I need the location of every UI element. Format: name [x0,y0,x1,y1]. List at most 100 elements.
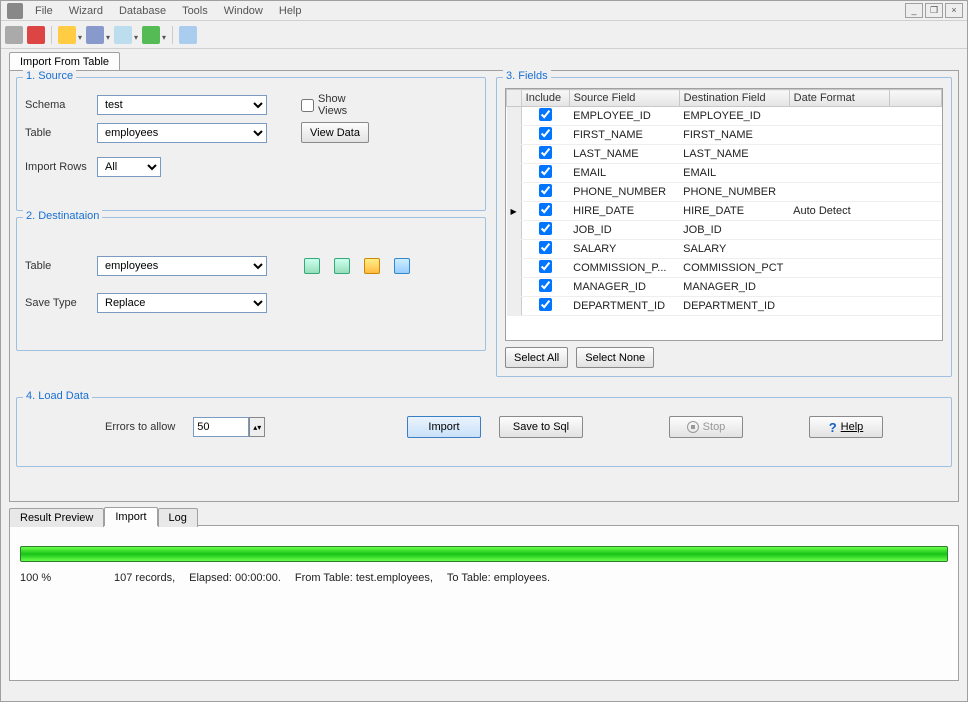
table-row[interactable]: EMPLOYEE_IDEMPLOYEE_ID [507,107,942,126]
source-field-cell[interactable]: PHONE_NUMBER [569,183,679,202]
col-source[interactable]: Source Field [569,90,679,107]
menu-file[interactable]: File [27,3,61,19]
save-to-sql-button[interactable]: Save to Sql [499,416,583,438]
import-button[interactable]: Import [407,416,481,438]
stop-button[interactable]: Stop [669,416,743,438]
date-format-cell[interactable] [789,145,889,164]
include-cell[interactable] [521,164,569,183]
date-format-cell[interactable] [789,183,889,202]
menu-wizard[interactable]: Wizard [61,3,111,19]
include-checkbox[interactable] [539,108,552,121]
date-format-cell[interactable] [789,278,889,297]
include-cell[interactable] [521,259,569,278]
col-include[interactable]: Include [521,90,569,107]
toolbar-icon-3[interactable] [58,26,76,44]
dest-field-cell[interactable]: JOB_ID [679,221,789,240]
menu-window[interactable]: Window [216,3,271,19]
minimize-button[interactable]: _ [905,3,923,18]
include-checkbox[interactable] [539,279,552,292]
include-checkbox[interactable] [539,260,552,273]
dest-field-cell[interactable]: MANAGER_ID [679,278,789,297]
source-field-cell[interactable]: EMPLOYEE_ID [569,107,679,126]
dropdown-icon[interactable]: ▾ [162,27,166,42]
toolbar-icon-2[interactable] [27,26,45,44]
include-checkbox[interactable] [539,165,552,178]
include-cell[interactable] [521,240,569,259]
dest-field-cell[interactable]: PHONE_NUMBER [679,183,789,202]
schema-select[interactable]: test [97,95,267,115]
include-checkbox[interactable] [539,184,552,197]
show-views-checkbox[interactable]: Show Views [301,93,365,117]
source-field-cell[interactable]: FIRST_NAME [569,126,679,145]
toolbar-icon-4[interactable] [86,26,104,44]
toolbar-icon-1[interactable] [5,26,23,44]
dest-field-cell[interactable]: COMMISSION_PCT [679,259,789,278]
dest-field-cell[interactable]: FIRST_NAME [679,126,789,145]
restore-button[interactable]: ❐ [925,3,943,18]
close-button[interactable]: × [945,3,963,18]
date-format-cell[interactable] [789,221,889,240]
dest-field-cell[interactable]: EMPLOYEE_ID [679,107,789,126]
date-format-cell[interactable] [789,107,889,126]
import-rows-select[interactable]: All [97,157,161,177]
select-all-button[interactable]: Select All [505,347,568,368]
dest-icon-2[interactable] [331,255,353,277]
include-checkbox[interactable] [539,241,552,254]
date-format-cell[interactable] [789,164,889,183]
include-cell[interactable] [521,202,569,221]
tab-result-preview[interactable]: Result Preview [9,508,104,527]
source-field-cell[interactable]: SALARY [569,240,679,259]
dropdown-icon[interactable]: ▾ [134,27,138,42]
toolbar-icon-6[interactable] [142,26,160,44]
include-cell[interactable] [521,183,569,202]
toolbar-icon-7[interactable] [179,26,197,44]
errors-spinner[interactable]: ▴▾ [249,417,265,437]
include-cell[interactable] [521,297,569,316]
view-data-button[interactable]: View Data [301,122,369,143]
help-button[interactable]: ?Help [809,416,883,438]
select-none-button[interactable]: Select None [576,347,654,368]
date-format-cell[interactable] [789,297,889,316]
source-field-cell[interactable]: HIRE_DATE [569,202,679,221]
dest-field-cell[interactable]: SALARY [679,240,789,259]
table-row[interactable]: FIRST_NAMEFIRST_NAME [507,126,942,145]
include-checkbox[interactable] [539,127,552,140]
tab-log[interactable]: Log [158,508,198,527]
dest-table-select[interactable]: employees [97,256,267,276]
source-field-cell[interactable]: MANAGER_ID [569,278,679,297]
dest-icon-3[interactable] [361,255,383,277]
include-checkbox[interactable] [539,146,552,159]
dest-field-cell[interactable]: EMAIL [679,164,789,183]
table-row[interactable]: DEPARTMENT_IDDEPARTMENT_ID [507,297,942,316]
menu-database[interactable]: Database [111,3,174,19]
source-field-cell[interactable]: EMAIL [569,164,679,183]
table-row[interactable]: SALARYSALARY [507,240,942,259]
menu-tools[interactable]: Tools [174,3,216,19]
save-type-select[interactable]: Replace [97,293,267,313]
table-row[interactable]: COMMISSION_P...COMMISSION_PCT [507,259,942,278]
table-row[interactable]: PHONE_NUMBERPHONE_NUMBER [507,183,942,202]
dropdown-icon[interactable]: ▾ [78,27,82,42]
col-dest[interactable]: Destination Field [679,90,789,107]
source-field-cell[interactable]: DEPARTMENT_ID [569,297,679,316]
dest-icon-4[interactable] [391,255,413,277]
table-row[interactable]: EMAILEMAIL [507,164,942,183]
table-row[interactable]: JOB_IDJOB_ID [507,221,942,240]
dest-field-cell[interactable]: DEPARTMENT_ID [679,297,789,316]
date-format-cell[interactable] [789,259,889,278]
errors-input[interactable] [193,417,249,437]
include-cell[interactable] [521,221,569,240]
dest-field-cell[interactable]: HIRE_DATE [679,202,789,221]
date-format-cell[interactable] [789,126,889,145]
source-field-cell[interactable]: JOB_ID [569,221,679,240]
dest-field-cell[interactable]: LAST_NAME [679,145,789,164]
source-table-select[interactable]: employees [97,123,267,143]
menu-help[interactable]: Help [271,3,310,19]
include-cell[interactable] [521,126,569,145]
tab-import-from-table[interactable]: Import From Table [9,52,120,71]
table-row[interactable]: LAST_NAMELAST_NAME [507,145,942,164]
date-format-cell[interactable] [789,240,889,259]
table-row[interactable]: HIRE_DATEHIRE_DATEAuto Detect [507,202,942,221]
tab-import[interactable]: Import [104,507,157,526]
include-cell[interactable] [521,145,569,164]
